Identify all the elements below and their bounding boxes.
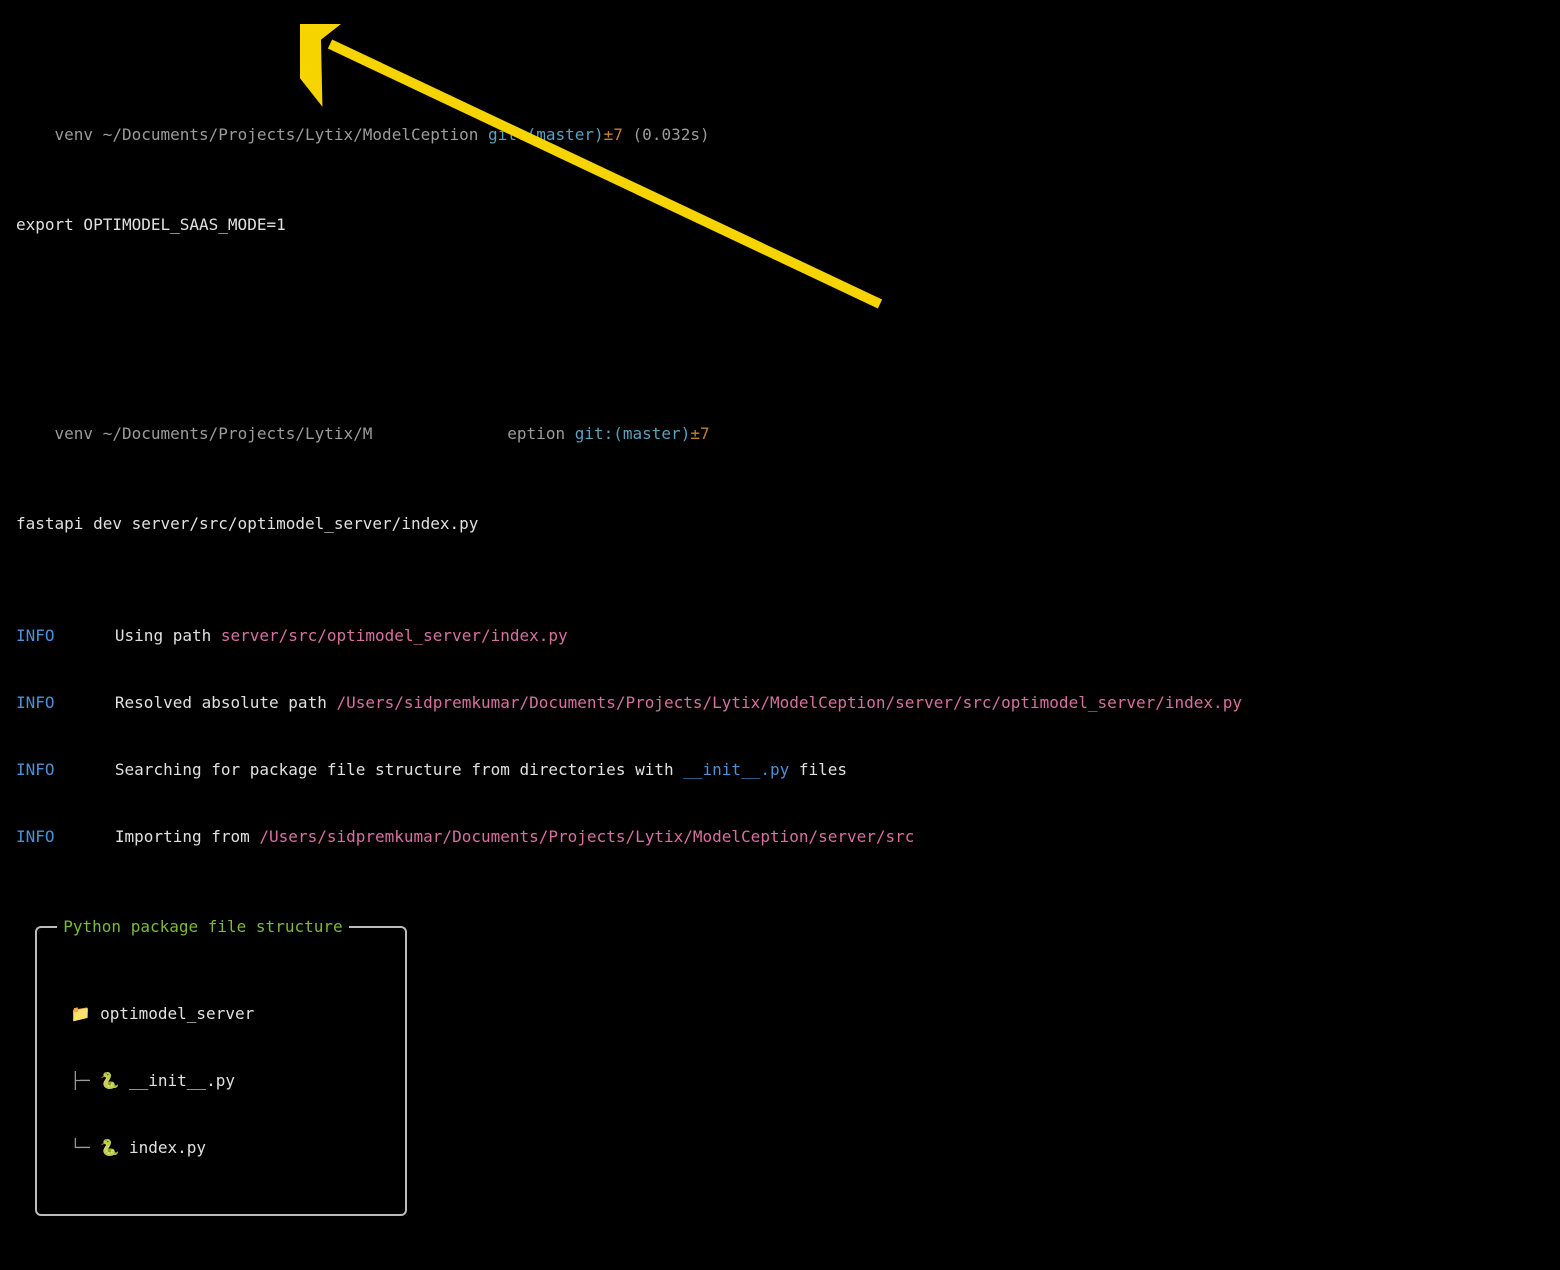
file-name: __init__.py [129, 1071, 235, 1090]
git-branch: master [623, 424, 681, 443]
venv-tag: venv [55, 125, 94, 144]
prompt-line-1: venv ~/Documents/Projects/Lytix/ModelCep… [16, 102, 1544, 169]
terminal-output[interactable]: venv ~/Documents/Projects/Lytix/ModelCep… [0, 0, 1560, 1270]
box-title: Python package file structure [57, 916, 348, 938]
tree-branch: ├─ [71, 1071, 90, 1090]
cwd-path: ~/Documents/Projects/Lytix/ModelCeption [103, 125, 479, 144]
tree-branch: └─ [71, 1138, 90, 1157]
level-tag: INFO [16, 625, 86, 647]
git-suffix: ) [681, 424, 691, 443]
tree-package: 📁 optimodel_server [51, 1003, 391, 1025]
file-name: index.py [129, 1138, 206, 1157]
timing: (0.032s) [633, 125, 710, 144]
path-value: /Users/sidpremkumar/Documents/Projects/L… [259, 827, 914, 846]
package-structure-box: Python package file structure 📁 optimode… [35, 926, 407, 1217]
level-tag: INFO [16, 826, 86, 848]
info-resolved: INFO Resolved absolute path /Users/sidpr… [16, 692, 1544, 714]
text: files [789, 760, 847, 779]
package-name: optimodel_server [100, 1004, 254, 1023]
snake-icon: 🐍 [99, 1071, 119, 1090]
info-importing-from: INFO Importing from /Users/sidpremkumar/… [16, 826, 1544, 848]
text: Importing from [115, 827, 260, 846]
git-prefix: git:( [488, 125, 536, 144]
git-prefix: git:( [575, 424, 623, 443]
git-dirty: ±7 [604, 125, 623, 144]
path-value: server/src/optimodel_server/index.py [221, 626, 568, 645]
cwd-path-cont: eption [507, 424, 565, 443]
git-dirty: ±7 [690, 424, 709, 443]
init-module: __init__.py [683, 760, 789, 779]
tree-file-index: └─ 🐍 index.py [51, 1137, 391, 1159]
info-searching: INFO Searching for package file structur… [16, 759, 1544, 781]
git-suffix: ) [594, 125, 604, 144]
annotation-arrow-icon [300, 24, 920, 344]
cwd-path: ~/Documents/Projects/Lytix/M [103, 424, 373, 443]
text: Using path [115, 626, 221, 645]
path-value: /Users/sidpremkumar/Documents/Projects/L… [336, 693, 1241, 712]
command-2: fastapi dev server/src/optimodel_server/… [16, 513, 1544, 535]
level-tag: INFO [16, 759, 86, 781]
command-1: export OPTIMODEL_SAAS_MODE=1 [16, 214, 1544, 236]
prompt-line-2: venv ~/Documents/Projects/Lytix/M eption… [16, 401, 1544, 468]
snake-icon: 🐍 [99, 1138, 119, 1157]
venv-tag: venv [55, 424, 94, 443]
info-using-path: INFO Using path server/src/optimodel_ser… [16, 625, 1544, 647]
git-branch: master [536, 125, 594, 144]
tree-file-init: ├─ 🐍 __init__.py [51, 1070, 391, 1092]
text: Searching for package file structure fro… [115, 760, 683, 779]
folder-icon: 📁 [71, 1004, 91, 1023]
text: Resolved absolute path [115, 693, 337, 712]
level-tag: INFO [16, 692, 86, 714]
